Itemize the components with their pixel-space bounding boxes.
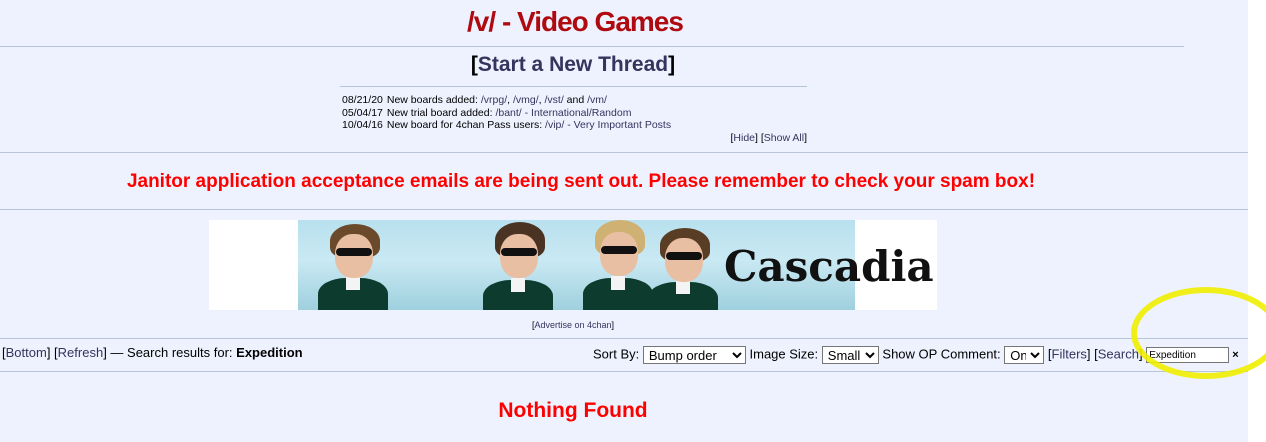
- catalog-nav: [Bottom] [Refresh] — Search results for:…: [2, 345, 303, 360]
- divider: [340, 86, 807, 87]
- image-size-label: Image Size:: [749, 346, 819, 362]
- show-all-news-link[interactable]: Show All: [764, 132, 804, 144]
- news-link[interactable]: /vm/: [587, 94, 607, 106]
- search-query: Expedition: [236, 345, 303, 360]
- news-list: 08/21/20 New boards added: /vrpg/, /vmg/,…: [342, 94, 671, 132]
- news-date: 05/04/17: [342, 106, 383, 119]
- divider: [0, 152, 1248, 153]
- page-margin: [1248, 0, 1266, 442]
- show-op-select[interactable]: On: [1004, 346, 1045, 364]
- divider: [0, 209, 1248, 210]
- announcement: Janitor application acceptance emails ar…: [126, 171, 1036, 192]
- nothing-found-message: Nothing Found: [498, 399, 648, 422]
- search-link[interactable]: Search: [1098, 346, 1139, 361]
- filters-link[interactable]: Filters: [1052, 346, 1087, 361]
- news-date: 08/21/20: [342, 94, 383, 106]
- sort-by-label: Sort By:: [593, 346, 640, 362]
- bracket: ]: [668, 53, 676, 76]
- search-results-label: — Search results for:: [110, 345, 233, 360]
- start-new-thread-link[interactable]: Start a New Thread: [478, 53, 668, 76]
- news-text: New board for 4chan Pass users:: [386, 119, 543, 131]
- news-link[interactable]: /bant/ - International/Random: [495, 107, 631, 119]
- news-controls: [Hide] [Show All]: [730, 132, 808, 144]
- news-item: 10/04/16 New board for 4chan Pass users: …: [342, 119, 671, 132]
- news-item: 08/21/20 New boards added: /vrpg/, /vmg/,…: [342, 94, 671, 107]
- board-title: /v/ - Video Games: [467, 6, 684, 37]
- bracket: [: [470, 53, 478, 76]
- divider: [0, 338, 1248, 339]
- advertise-link-wrap: [Advertise on 4chan]: [531, 320, 615, 330]
- ad-banner[interactable]: Cascadia: [209, 220, 937, 310]
- news-text: New trial board added:: [386, 106, 493, 119]
- news-link[interactable]: /vip/ - Very Important Posts: [545, 119, 671, 131]
- advertise-link[interactable]: Advertise on 4chan: [534, 320, 611, 330]
- banner-logo: Cascadia: [724, 242, 934, 291]
- news-link[interactable]: /vrpg/: [481, 94, 507, 106]
- divider: [0, 371, 1248, 372]
- news-link[interactable]: /vmg/: [513, 94, 539, 106]
- hide-news-link[interactable]: Hide: [733, 132, 755, 144]
- bottom-link[interactable]: Bottom: [6, 345, 47, 360]
- news-text: New boards added:: [386, 94, 478, 106]
- highlight-annotation: [1131, 287, 1266, 379]
- news-date: 10/04/16: [342, 119, 383, 131]
- news-link[interactable]: /vst/: [544, 94, 563, 106]
- refresh-link[interactable]: Refresh: [58, 345, 104, 360]
- image-size-select[interactable]: Small: [821, 346, 879, 364]
- show-op-label: Show OP Comment:: [882, 346, 1001, 362]
- sort-by-select[interactable]: Bump order: [642, 346, 746, 364]
- separator: and: [563, 94, 588, 106]
- divider: [0, 46, 1184, 47]
- new-thread: [Start a New Thread]: [0, 53, 1146, 77]
- news-item: 05/04/17 New trial board added: /bant/ - …: [342, 107, 671, 120]
